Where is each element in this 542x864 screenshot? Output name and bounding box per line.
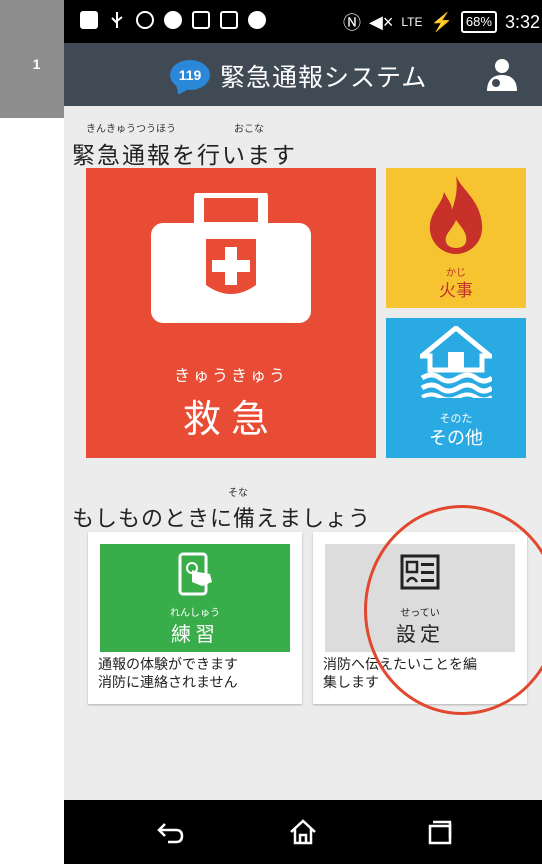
bulb-icon: [136, 11, 154, 29]
line-icon: [248, 11, 266, 29]
kaji-label: 火事: [439, 281, 473, 301]
practice-label: 練習: [171, 622, 219, 646]
usb-icon: [108, 11, 126, 29]
mute-icon: ◀×: [369, 11, 394, 32]
step-number: 1: [32, 56, 41, 72]
kyukyu-furigana: きゅうきゅう: [173, 366, 288, 385]
practice-button[interactable]: れんしゅう 練習: [100, 544, 290, 652]
prepare-heading: もしものときに備えましょう: [72, 507, 372, 532]
kaji-button[interactable]: かじ 火事: [386, 168, 526, 308]
user-settings-icon[interactable]: [484, 57, 520, 93]
charging-icon: ⚡: [430, 11, 453, 32]
app-title: 緊急通報システム: [220, 63, 428, 92]
notification-icons: [80, 11, 266, 29]
practice-desc-line2: 消防に連絡されません: [98, 675, 238, 691]
back-icon[interactable]: [156, 818, 184, 846]
mail-icon: [220, 11, 238, 29]
image-icon: [192, 11, 210, 29]
clock: 3:32: [504, 11, 540, 32]
plus-icon: [80, 11, 98, 29]
flame-icon: [426, 176, 486, 258]
phone-screen: Ⓝ ◀× LTE ⚡ 68% 3:32 119 緊急通報システム きんきゅうつう…: [64, 0, 542, 864]
step-badge: 1: [0, 0, 73, 118]
practice-card: れんしゅう 練習 通報の体験ができます 消防に連絡されません: [88, 532, 302, 704]
practice-description: 通報の体験ができます 消防に連絡されません: [98, 656, 294, 692]
nfc-icon: Ⓝ: [343, 13, 362, 33]
system-indicators: Ⓝ ◀× LTE ⚡ 68% 3:32: [343, 9, 540, 35]
heading2-ruby: そな: [228, 488, 248, 499]
app-bar: 119 緊急通報システム: [64, 43, 542, 106]
home-icon[interactable]: [289, 818, 317, 846]
first-aid-kit-icon: [151, 188, 311, 327]
help-icon: [164, 11, 182, 29]
emergency-heading: 緊急通報を行います: [72, 143, 297, 169]
heading1-ruby-2: おこな: [234, 124, 264, 135]
practice-furigana: れんしゅう: [170, 608, 220, 619]
tablet-tap-icon: [178, 552, 214, 602]
sonota-label: その他: [429, 428, 483, 449]
kyukyu-label: 救急: [182, 397, 279, 441]
app-logo: 119: [170, 60, 210, 90]
practice-desc-line1: 通報の体験ができます: [98, 657, 238, 673]
battery-level: 68%: [460, 11, 497, 33]
kyukyu-button[interactable]: きゅうきゅう 救急: [86, 168, 376, 458]
heading1-ruby-1: きんきゅうつうほう: [86, 124, 176, 135]
status-bar: Ⓝ ◀× LTE ⚡ 68% 3:32: [64, 0, 542, 43]
recents-icon[interactable]: [426, 818, 454, 846]
navigation-bar: [64, 800, 542, 864]
sonota-button[interactable]: そのた その他: [386, 318, 526, 458]
signal-icon: LTE: [401, 15, 423, 29]
flooded-house-icon: [415, 324, 497, 402]
